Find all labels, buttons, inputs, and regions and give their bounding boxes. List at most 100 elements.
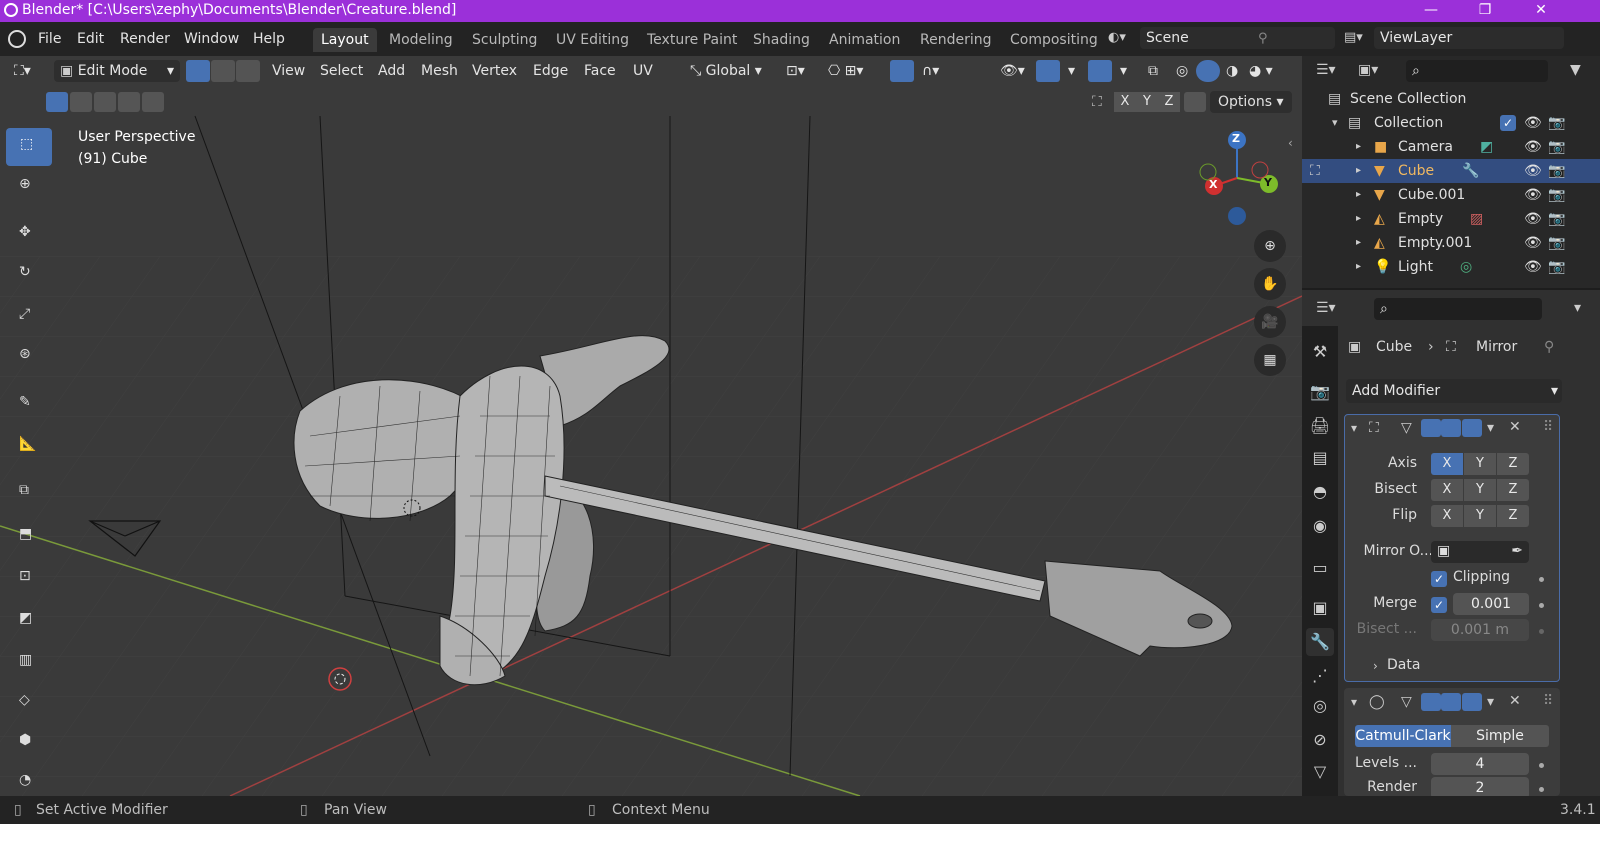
move-tool[interactable]: ✥ bbox=[6, 216, 52, 254]
render-camera-icon[interactable]: 📷 bbox=[1548, 135, 1565, 159]
merge-checkbox[interactable]: ✓ bbox=[1431, 597, 1447, 613]
viewlayer-name-field[interactable]: ViewLayer bbox=[1374, 27, 1564, 49]
render-camera-icon[interactable]: 📷 bbox=[1548, 159, 1565, 183]
visibility-eye-icon[interactable]: 👁 bbox=[1524, 135, 1542, 159]
render-camera-icon[interactable]: 📷 bbox=[1548, 231, 1565, 255]
modifier-menu-chevron-icon[interactable]: ▾ bbox=[1487, 694, 1494, 710]
collection-row[interactable]: ▾ ▤ Collection ✓ 👁 📷 bbox=[1302, 111, 1600, 135]
merge-distance-field[interactable]: 0.001 bbox=[1453, 593, 1529, 615]
chevron-right-icon[interactable]: › bbox=[1373, 659, 1378, 673]
navigation-gizmo[interactable]: Z X Y bbox=[1192, 128, 1282, 228]
expand-icon[interactable]: ▸ bbox=[1356, 183, 1361, 207]
proportional-edit-icon[interactable] bbox=[890, 60, 914, 82]
pin-icon[interactable]: ⚲ bbox=[1544, 336, 1554, 358]
collapse-chevron-icon[interactable]: ▾ bbox=[1351, 421, 1357, 435]
outliner-row-cube-001[interactable]: ▸ ▼ Cube.001 👁 📷 bbox=[1302, 183, 1600, 207]
expand-icon[interactable]: ▸ bbox=[1356, 255, 1361, 279]
menu-add[interactable]: Add bbox=[372, 60, 411, 82]
tab-modeling[interactable]: Modeling bbox=[381, 28, 461, 52]
physics-tab-icon[interactable]: ◎ bbox=[1306, 692, 1334, 720]
expand-icon[interactable]: ▸ bbox=[1356, 159, 1361, 183]
modifier-tab-icon[interactable]: 🔧 bbox=[1306, 628, 1334, 656]
view-layer-tab-icon[interactable]: ▤ bbox=[1306, 444, 1334, 472]
zoom-icon[interactable]: ⊕ bbox=[1254, 230, 1286, 262]
knife-tool[interactable]: ◇ bbox=[6, 684, 52, 722]
object-tab-icon[interactable]: ▣ bbox=[1306, 594, 1334, 622]
outliner-row-empty-001[interactable]: ▸ ◭ Empty.001 👁 📷 bbox=[1302, 231, 1600, 255]
render-camera-icon[interactable]: 📷 bbox=[1548, 207, 1565, 231]
transform-tool[interactable]: ⊛ bbox=[6, 338, 52, 376]
menu-edge[interactable]: Edge bbox=[527, 60, 574, 82]
select-invert-icon[interactable] bbox=[118, 92, 140, 112]
bisect-z-toggle[interactable]: Z bbox=[1497, 479, 1529, 501]
eyedropper-icon[interactable]: ✒ bbox=[1511, 543, 1523, 559]
edit-mode-icon[interactable]: ⛶ bbox=[1310, 159, 1320, 183]
bisect-x-toggle[interactable]: X bbox=[1431, 479, 1463, 501]
visibility-eye-icon[interactable]: 👁 bbox=[1524, 183, 1542, 207]
filter-icon[interactable]: ▼ bbox=[1570, 62, 1581, 78]
visibility-eye-icon[interactable]: 👁 bbox=[1524, 111, 1542, 135]
tab-sculpting[interactable]: Sculpting bbox=[464, 28, 545, 52]
tab-rendering[interactable]: Rendering bbox=[912, 28, 1000, 52]
constraints-tab-icon[interactable]: ⊘ bbox=[1306, 726, 1334, 754]
scene-name-field[interactable]: Scene bbox=[1140, 27, 1335, 49]
xray-icon[interactable]: ⧉ bbox=[1142, 60, 1164, 82]
viewport-display-toggle-icon[interactable] bbox=[1441, 693, 1461, 711]
delete-modifier-icon[interactable]: ✕ bbox=[1509, 419, 1521, 435]
measure-tool[interactable]: 📐 bbox=[6, 428, 52, 466]
snap-icon[interactable]: ⎔ ⊞▾ bbox=[822, 60, 869, 82]
visibility-icon[interactable]: 👁▾ bbox=[994, 60, 1031, 82]
outliner-row-camera[interactable]: ▸ ■ Camera ◩ 👁 📷 bbox=[1302, 135, 1600, 159]
keyframe-dot-icon[interactable] bbox=[1539, 763, 1544, 768]
tab-layout[interactable]: Layout bbox=[313, 28, 377, 52]
select-intersect-icon[interactable] bbox=[142, 92, 164, 112]
falloff-icon[interactable]: ∩▾ bbox=[916, 60, 945, 82]
select-extend-icon[interactable] bbox=[70, 92, 92, 112]
edit-mode-toggle-icon[interactable] bbox=[1421, 419, 1441, 437]
extrude-tool[interactable]: ⬒ bbox=[6, 518, 52, 556]
axis-z-toggle[interactable]: Z bbox=[1497, 453, 1529, 475]
close-button[interactable]: ✕ bbox=[1518, 0, 1564, 22]
gizmo-dropdown-icon[interactable]: ▾ bbox=[1062, 60, 1081, 82]
viewport-display-toggle-icon[interactable] bbox=[1441, 419, 1461, 437]
visibility-eye-icon[interactable]: 👁 bbox=[1524, 231, 1542, 255]
edit-mode-toggle-icon[interactable] bbox=[1421, 693, 1441, 711]
pivot-icon[interactable]: ⊡▾ bbox=[780, 60, 811, 82]
modifier-menu-chevron-icon[interactable]: ▾ bbox=[1487, 420, 1494, 436]
axis-y-toggle[interactable]: Y bbox=[1464, 453, 1496, 475]
levels-viewport-field[interactable]: 4 bbox=[1431, 753, 1529, 775]
flip-x-toggle[interactable]: X bbox=[1431, 505, 1463, 527]
flip-z-toggle[interactable]: Z bbox=[1497, 505, 1529, 527]
edit-cage-icon[interactable]: ▽ bbox=[1401, 420, 1412, 436]
scale-tool[interactable]: ⤢ bbox=[6, 298, 52, 336]
rotate-tool[interactable]: ↻ bbox=[6, 256, 52, 294]
tool-tab-icon[interactable]: ⚒ bbox=[1306, 338, 1334, 366]
collapse-chevron-icon[interactable]: ▾ bbox=[1351, 695, 1357, 709]
expand-icon[interactable]: ▸ bbox=[1356, 207, 1361, 231]
render-toggle-icon[interactable] bbox=[1462, 419, 1482, 437]
visibility-eye-icon[interactable]: 👁 bbox=[1524, 159, 1542, 183]
axis-x-toggle[interactable]: X bbox=[1431, 453, 1463, 475]
menu-select[interactable]: Select bbox=[314, 60, 369, 82]
menu-help[interactable]: Help bbox=[246, 28, 292, 50]
scene-tab-icon[interactable]: ◓ bbox=[1306, 478, 1334, 506]
menu-render[interactable]: Render bbox=[113, 28, 177, 50]
minimize-button[interactable]: — bbox=[1408, 0, 1454, 22]
menu-edit[interactable]: Edit bbox=[70, 28, 111, 50]
scene-browse-icon[interactable]: ◐▾ bbox=[1108, 30, 1136, 48]
tab-shading[interactable]: Shading bbox=[745, 28, 818, 52]
output-tab-icon[interactable]: 🖨 bbox=[1306, 412, 1334, 440]
clipping-checkbox[interactable]: ✓ bbox=[1431, 571, 1447, 587]
keyframe-dot-icon[interactable] bbox=[1539, 603, 1544, 608]
render-camera-icon[interactable]: 📷 bbox=[1548, 255, 1565, 279]
shading-solid-icon[interactable] bbox=[1196, 60, 1220, 82]
blender-menu-icon[interactable] bbox=[8, 30, 26, 48]
visibility-eye-icon[interactable]: 👁 bbox=[1524, 207, 1542, 231]
properties-editor-icon[interactable]: ☰▾ bbox=[1316, 300, 1336, 316]
drag-handle-icon[interactable]: ⠿ bbox=[1543, 419, 1553, 435]
mirror-object-field[interactable]: ▣ ✒ bbox=[1431, 541, 1529, 563]
expand-icon[interactable]: ▸ bbox=[1356, 231, 1361, 255]
scene-collection-row[interactable]: ▤ Scene Collection bbox=[1302, 87, 1600, 111]
simple-button[interactable]: Simple bbox=[1451, 725, 1549, 747]
menu-view[interactable]: View bbox=[266, 60, 311, 82]
